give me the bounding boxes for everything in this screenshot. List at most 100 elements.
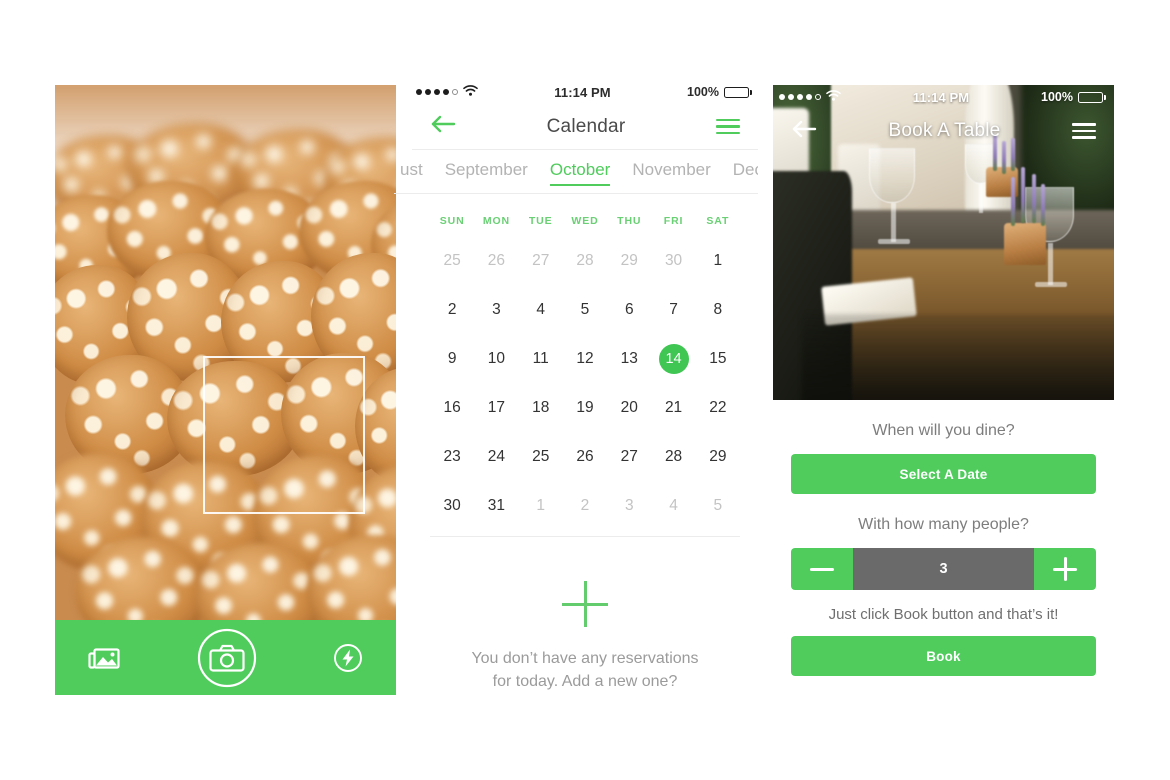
day-cell[interactable]: 27	[519, 236, 563, 285]
camera-shutter-icon[interactable]	[196, 627, 258, 689]
book-helper-text: Just click Book button and that’s it!	[828, 606, 1059, 623]
battery-percent-label: 100%	[687, 85, 719, 99]
month-tab-september[interactable]: September	[445, 160, 528, 184]
day-cell[interactable]: 1	[696, 236, 740, 285]
calendar-week-row: 25 26 27 28 29 30 1	[430, 236, 740, 285]
day-cell[interactable]: 25	[519, 432, 563, 481]
weekday-sat: SAT	[706, 215, 730, 227]
page-title: Calendar	[546, 115, 626, 137]
day-cell[interactable]: 4	[519, 285, 563, 334]
status-bar-left	[416, 85, 478, 99]
book-navbar: Book A Table	[773, 109, 1114, 153]
select-date-button[interactable]: Select A Date	[791, 454, 1096, 494]
status-bar-right: 100%	[687, 85, 752, 99]
empty-state-text: You don’t have any reservations for toda…	[471, 647, 698, 693]
day-cell[interactable]: 28	[651, 432, 695, 481]
status-bar: 11:14 PM 100%	[773, 85, 1114, 109]
day-cell[interactable]: 11	[519, 334, 563, 383]
day-cell[interactable]: 8	[696, 285, 740, 334]
arrow-left-icon[interactable]	[791, 120, 817, 143]
day-cell[interactable]: 24	[474, 432, 518, 481]
month-tab-strip[interactable]: ust September October November Dec	[394, 150, 758, 194]
day-cell[interactable]: 30	[651, 236, 695, 285]
flash-icon[interactable]	[332, 642, 364, 674]
wifi-icon	[463, 85, 478, 99]
plus-icon[interactable]	[562, 581, 608, 627]
month-tab-november[interactable]: November	[632, 160, 710, 184]
day-cell[interactable]: 29	[696, 432, 740, 481]
empty-reservations-state: You don’t have any reservations for toda…	[412, 537, 758, 693]
hamburger-menu-icon[interactable]	[1071, 123, 1096, 139]
day-cell[interactable]: 7	[651, 285, 695, 334]
day-cell[interactable]: 6	[607, 285, 651, 334]
status-bar-time: 11:14 PM	[554, 84, 611, 100]
gallery-icon[interactable]	[87, 644, 121, 672]
party-size-stepper: 3	[791, 548, 1096, 590]
status-bar-left	[779, 90, 841, 104]
arrow-left-icon[interactable]	[430, 115, 456, 138]
day-cell[interactable]: 19	[563, 383, 607, 432]
weekday-fri: FRI	[663, 215, 684, 227]
day-cell[interactable]: 20	[607, 383, 651, 432]
day-cell[interactable]: 3	[474, 285, 518, 334]
battery-full-icon	[724, 86, 752, 98]
book-button[interactable]: Book	[791, 636, 1096, 676]
day-cell[interactable]: 26	[563, 432, 607, 481]
calendar-screen: 11:14 PM 100% Calendar ust September Oct…	[394, 80, 758, 690]
day-cell[interactable]: 5	[563, 285, 607, 334]
calendar-grid: SUN MON TUE WED THU FRI SAT 25 26 27 28 …	[412, 194, 758, 530]
day-cell[interactable]: 1	[519, 481, 563, 530]
month-tab-october[interactable]: October	[549, 160, 611, 186]
day-cell[interactable]: 25	[430, 236, 474, 285]
day-cell[interactable]: 4	[651, 481, 695, 530]
day-cell[interactable]: 27	[607, 432, 651, 481]
calendar-week-row: 30 31 1 2 3 4 5	[430, 481, 740, 530]
day-cell[interactable]: 31	[474, 481, 518, 530]
weekday-wed: WED	[571, 215, 599, 227]
hamburger-menu-icon[interactable]	[716, 118, 740, 135]
weekday-tue: TUE	[528, 215, 553, 227]
day-cell[interactable]: 23	[430, 432, 474, 481]
calendar-week-row: 16 17 18 19 20 21 22	[430, 383, 740, 432]
signal-strength-icon	[416, 89, 458, 95]
plus-icon	[1053, 557, 1077, 581]
day-cell[interactable]: 18	[519, 383, 563, 432]
battery-full-icon	[1078, 91, 1106, 103]
day-cell[interactable]: 30	[430, 481, 474, 530]
calendar-week-row: 23 24 25 26 27 28 29	[430, 432, 740, 481]
increment-button[interactable]	[1034, 548, 1096, 590]
food-photo	[55, 85, 396, 695]
day-cell[interactable]: 17	[474, 383, 518, 432]
day-cell[interactable]: 16	[430, 383, 474, 432]
status-bar-time: 11:14 PM	[912, 89, 970, 105]
day-cell[interactable]: 21	[651, 383, 695, 432]
status-bar: 11:14 PM 100%	[412, 80, 758, 104]
month-tab-august[interactable]: ust	[400, 160, 423, 184]
day-cell[interactable]: 22	[696, 383, 740, 432]
month-tab-december[interactable]: Dec	[733, 160, 758, 184]
day-cell[interactable]: 3	[607, 481, 651, 530]
decrement-button[interactable]	[791, 548, 853, 590]
booking-form: When will you dine? Select A Date With h…	[773, 400, 1114, 676]
page-title: Book A Table	[888, 120, 1001, 141]
weekday-sun: SUN	[439, 215, 465, 227]
day-cell[interactable]: 29	[607, 236, 651, 285]
day-cell[interactable]: 15	[696, 334, 740, 383]
day-cell[interactable]: 9	[430, 334, 474, 383]
calendar-navbar: Calendar	[412, 104, 758, 150]
focus-rectangle[interactable]	[203, 356, 365, 514]
camera-capture-screen	[55, 85, 396, 695]
day-cell[interactable]: 2	[563, 481, 607, 530]
day-cell[interactable]: 10	[474, 334, 518, 383]
calendar-week-row: 2 3 4 5 6 7 8	[430, 285, 740, 334]
day-cell[interactable]: 13	[607, 334, 651, 383]
day-cell[interactable]: 12	[563, 334, 607, 383]
day-cell[interactable]: 2	[430, 285, 474, 334]
dine-date-label: When will you dine?	[872, 422, 1015, 439]
status-bar-right: 100%	[1041, 90, 1106, 104]
day-cell[interactable]: 26	[474, 236, 518, 285]
battery-percent-label: 100%	[1041, 90, 1073, 104]
day-cell[interactable]: 5	[696, 481, 740, 530]
day-cell[interactable]: 28	[563, 236, 607, 285]
day-cell-selected[interactable]: 14	[651, 334, 695, 383]
